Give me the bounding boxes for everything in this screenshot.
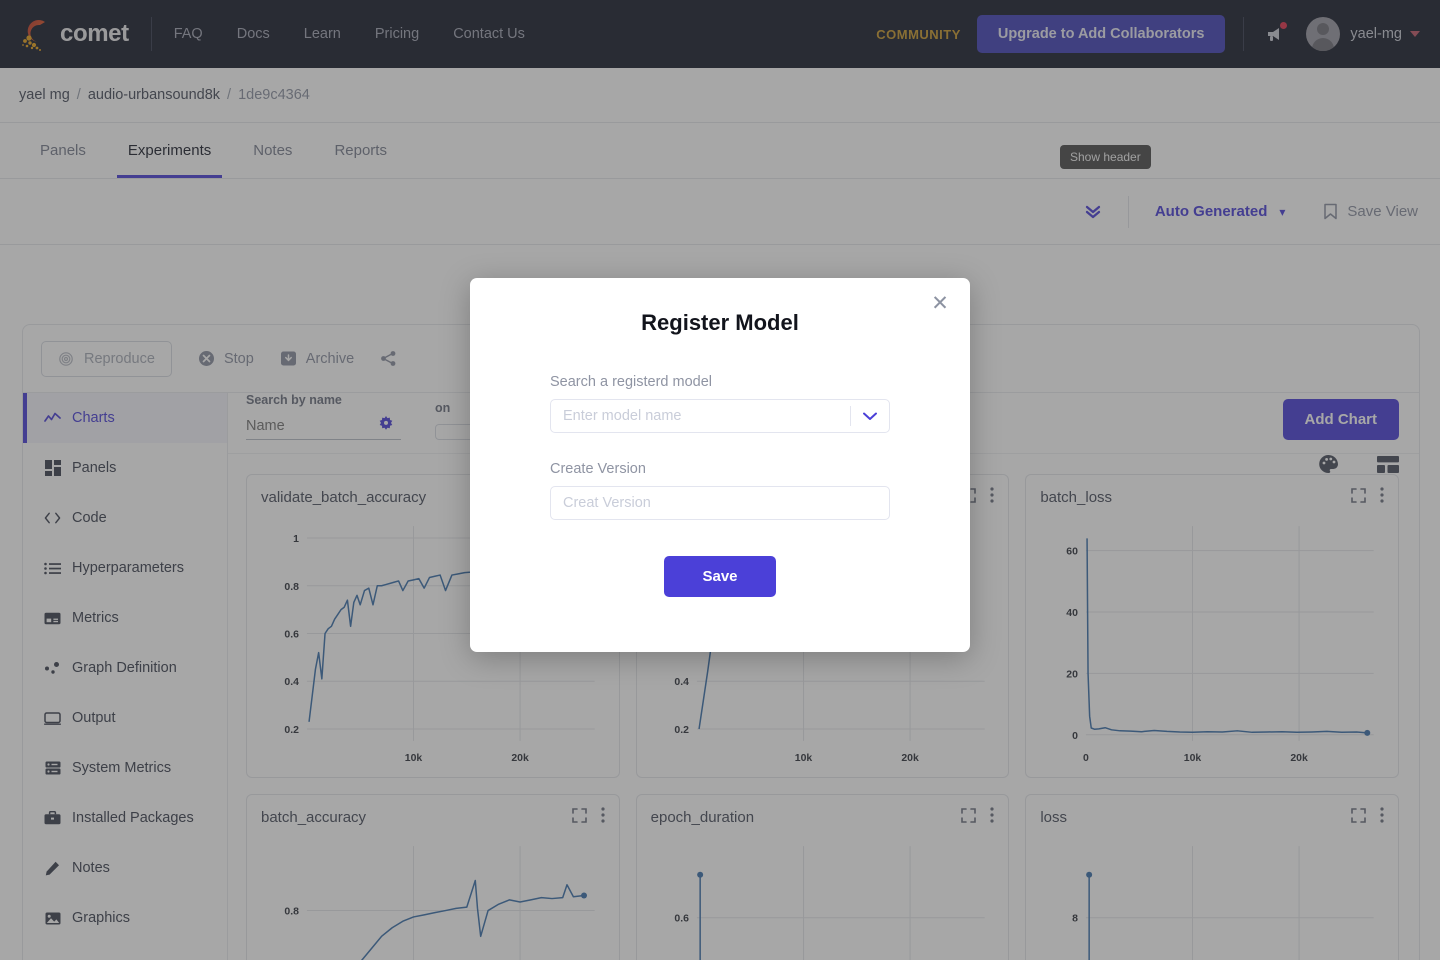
register-model-modal: ✕ Register Model Search a registerd mode… [470, 278, 970, 652]
save-button[interactable]: Save [664, 556, 776, 597]
search-model-field[interactable] [550, 399, 890, 433]
modal-body: Search a registerd model Create Version … [470, 336, 970, 597]
create-version-label: Create Version [550, 461, 646, 477]
search-model-label: Search a registerd model [550, 374, 712, 390]
field-divider [850, 406, 851, 426]
app-root: comet FAQ Docs Learn Pricing Contact Us … [0, 0, 1440, 960]
chevron-down-icon[interactable] [863, 409, 877, 424]
create-version-input[interactable] [563, 495, 877, 511]
modal-title: Register Model [641, 310, 799, 335]
close-icon[interactable]: ✕ [928, 292, 952, 316]
search-model-input[interactable] [563, 408, 850, 424]
create-version-field[interactable] [550, 486, 890, 520]
modal-field-gap [550, 433, 890, 461]
